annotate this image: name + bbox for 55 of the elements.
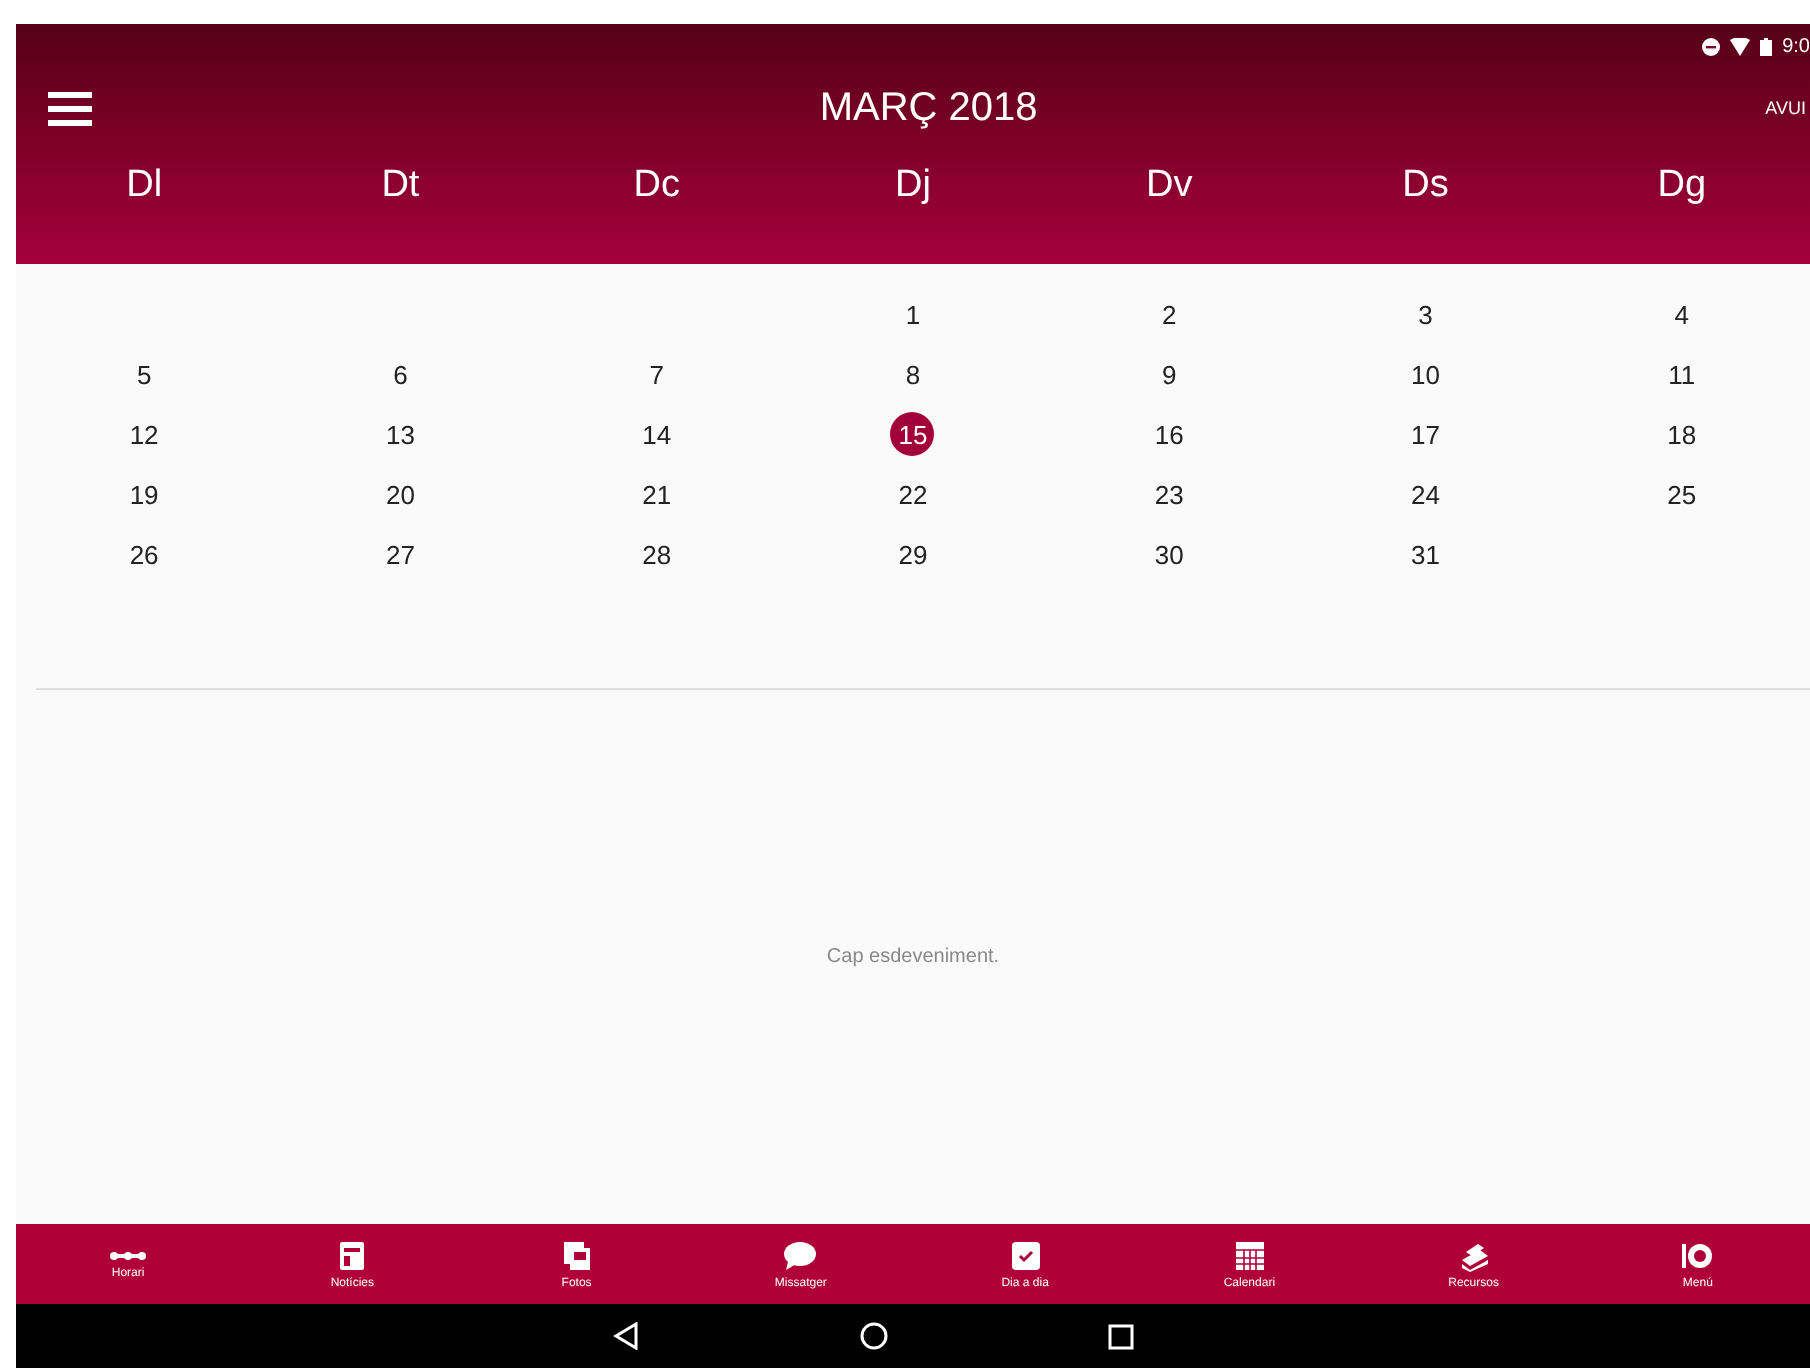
photos-icon xyxy=(558,1239,595,1271)
calendar-day[interactable]: 7 xyxy=(634,352,679,396)
calendar-day[interactable]: 14 xyxy=(634,412,679,456)
calendar-day[interactable]: 26 xyxy=(122,532,167,576)
calendar-day[interactable]: 22 xyxy=(890,472,935,516)
calendar-day[interactable]: 3 xyxy=(1403,292,1448,336)
dish-icon xyxy=(1679,1239,1716,1271)
weekday-label: Dt xyxy=(379,162,422,210)
empty-events-message: Cap esdeveniment. xyxy=(826,946,1000,968)
calendar-day[interactable]: 23 xyxy=(1147,472,1192,516)
chat-bubble-icon xyxy=(782,1239,819,1271)
calendar-day[interactable]: 17 xyxy=(1403,412,1448,456)
calendar-day[interactable]: 16 xyxy=(1147,412,1192,456)
calendar-day[interactable]: 20 xyxy=(378,472,423,516)
calendar-day[interactable]: 9 xyxy=(1147,352,1192,396)
menu-icon[interactable] xyxy=(48,90,92,126)
weekday-label: Ds xyxy=(1400,162,1451,210)
weekday-label: Dj xyxy=(893,162,933,210)
battery-icon xyxy=(1760,37,1773,55)
weekday-label: Dg xyxy=(1655,162,1709,210)
today-button[interactable]: AVUI xyxy=(1765,90,1806,126)
calendar-day[interactable]: 10 xyxy=(1403,352,1448,396)
calendar-day[interactable]: 18 xyxy=(1659,412,1704,456)
timeline-icon xyxy=(110,1249,147,1261)
calendar-day[interactable]: 29 xyxy=(890,532,935,576)
calendar-day[interactable]: 2 xyxy=(1147,292,1192,336)
calendar-icon xyxy=(1231,1239,1268,1271)
calendar-day[interactable]: 27 xyxy=(378,532,423,576)
calendar-day[interactable]: 31 xyxy=(1403,532,1448,576)
checkbox-icon xyxy=(1007,1239,1044,1271)
calendar-day[interactable]: 1 xyxy=(890,292,935,336)
wifi-icon xyxy=(1730,37,1751,55)
calendar-day[interactable]: 30 xyxy=(1147,532,1192,576)
recents-icon[interactable] xyxy=(1108,1323,1134,1349)
calendar-day[interactable]: 15 xyxy=(890,412,935,456)
weekday-label: Dv xyxy=(1144,162,1195,210)
calendar-day[interactable]: 19 xyxy=(122,472,167,516)
calendar-day[interactable]: 28 xyxy=(634,532,679,576)
calendar-day[interactable]: 25 xyxy=(1659,472,1704,516)
calendar-day[interactable]: 11 xyxy=(1659,352,1704,396)
weekday-label: Dl xyxy=(124,162,165,210)
month-title: MARÇ 2018 xyxy=(819,85,1038,131)
calendar-day[interactable]: 5 xyxy=(122,352,167,396)
calendar-day[interactable]: 8 xyxy=(890,352,935,396)
back-icon[interactable] xyxy=(612,1322,640,1350)
status-time: 9:0 xyxy=(1782,35,1810,57)
do-not-disturb-icon xyxy=(1702,37,1721,55)
calendar-day[interactable]: 24 xyxy=(1403,472,1448,516)
home-icon[interactable] xyxy=(860,1322,888,1350)
weekday-label: Dc xyxy=(631,162,682,210)
calendar-day[interactable]: 6 xyxy=(378,352,423,396)
calendar-day[interactable]: 13 xyxy=(378,412,423,456)
calendar-day[interactable]: 12 xyxy=(122,412,167,456)
calendar-day[interactable]: 4 xyxy=(1659,292,1704,336)
calendar-day[interactable]: 21 xyxy=(634,472,679,516)
